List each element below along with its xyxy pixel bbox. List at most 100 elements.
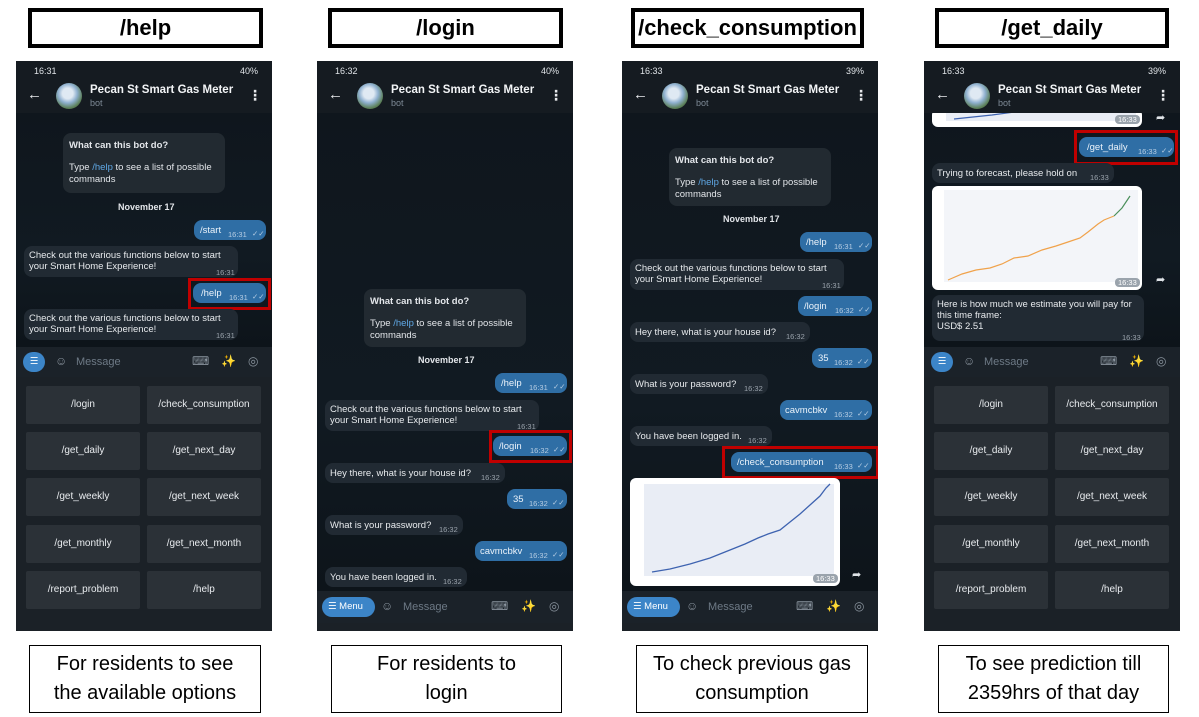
key-get-weekly[interactable]: /get_weekly (26, 478, 140, 516)
key-report-problem[interactable]: /report_problem (934, 571, 1048, 609)
menu-icon[interactable]: ☰ (23, 352, 45, 372)
key-get-monthly[interactable]: /get_monthly (26, 525, 140, 563)
avatar[interactable] (964, 83, 990, 109)
status-time: 16:31 (34, 66, 57, 76)
menu-icon[interactable]: ☰ (931, 352, 953, 372)
intro-rest: to see a list of possible commands (675, 177, 818, 200)
message-input[interactable]: Message (76, 356, 121, 368)
intro-rest: to see a list of possible commands (69, 162, 212, 185)
key-get-daily[interactable]: /get_daily (934, 432, 1048, 470)
app-bar: ← Pecan St Smart Gas Meter bot ⋮ (16, 81, 272, 113)
intro-card: What can this bot do? Type /help to see … (669, 148, 831, 206)
status-bar: 16:32 40% (317, 61, 573, 81)
attach-icon[interactable]: ✨ (221, 354, 236, 368)
caption: For residents to see the available optio… (29, 645, 261, 713)
keyboard-icon[interactable]: ⌨ (1100, 354, 1117, 368)
chat-title[interactable]: Pecan St Smart Gas Meter (90, 84, 233, 96)
key-help[interactable]: /help (1055, 571, 1169, 609)
status-battery: 39% (845, 66, 864, 76)
forward-icon[interactable]: ➦ (1156, 113, 1165, 124)
key-get-daily[interactable]: /get_daily (26, 432, 140, 470)
intro-help-link[interactable]: /help (698, 177, 719, 188)
kebab-menu-icon[interactable]: ⋮ (549, 87, 563, 104)
back-arrow-icon[interactable]: ← (328, 86, 343, 103)
panel-check-consumption: /check_consumption 16:33 39% ← Pecan St … (622, 0, 884, 717)
message-house-question: Hey there, what is your house id? 16:32 (325, 463, 505, 483)
forward-icon[interactable]: ➦ (1156, 273, 1165, 286)
camera-icon[interactable]: ◎ (248, 354, 258, 368)
panel-header: /check_consumption (631, 8, 864, 48)
caption: To check previous gas consumption (636, 645, 868, 713)
menu-button[interactable]: ☰ Menu (627, 597, 680, 617)
key-report-problem[interactable]: /report_problem (26, 571, 140, 609)
key-check-consumption[interactable]: /check_consumption (1055, 386, 1169, 424)
message-input[interactable]: Message (984, 356, 1029, 368)
kebab-menu-icon[interactable]: ⋮ (854, 87, 868, 104)
back-arrow-icon[interactable]: ← (633, 86, 648, 103)
message-functions: Check out the various functions below to… (24, 246, 238, 277)
menu-button[interactable]: ☰ Menu (322, 597, 375, 617)
emoji-icon[interactable]: ☺ (381, 599, 393, 613)
message-start: /start 16:31 ✓✓ (194, 220, 266, 240)
avatar[interactable] (357, 83, 383, 109)
key-get-next-week[interactable]: /get_next_week (147, 478, 261, 516)
avatar[interactable] (56, 83, 82, 109)
highlight-box (1074, 130, 1178, 165)
forecast-chart-image[interactable]: 16:33 (932, 186, 1142, 290)
message-input[interactable]: Message (708, 601, 753, 613)
avatar[interactable] (662, 83, 688, 109)
read-check-icon: ✓✓ (252, 229, 265, 238)
key-get-monthly[interactable]: /get_monthly (934, 525, 1048, 563)
key-help[interactable]: /help (147, 571, 261, 609)
intro-card: What can this bot do? Type /help to see … (364, 289, 526, 347)
chat-title[interactable]: Pecan St Smart Gas Meter (998, 84, 1141, 96)
key-login[interactable]: /login (26, 386, 140, 424)
chat-title[interactable]: Pecan St Smart Gas Meter (391, 84, 534, 96)
app-bar: ← Pecan St Smart Gas Meter bot ⋮ (622, 81, 878, 113)
message-input[interactable]: Message (403, 601, 448, 613)
intro-help-link[interactable]: /help (92, 162, 113, 173)
estimate-value: USD$ 2.51 (937, 321, 984, 332)
attach-icon[interactable]: ✨ (521, 599, 536, 613)
status-time: 16:33 (942, 66, 965, 76)
date-label: November 17 (118, 202, 175, 212)
keyboard-icon[interactable]: ⌨ (491, 599, 508, 613)
message-login: /login 16:32 ✓✓ (798, 296, 872, 316)
consumption-chart-image[interactable]: 16:33 (630, 478, 840, 586)
key-get-next-month[interactable]: /get_next_month (1055, 525, 1169, 563)
camera-icon[interactable]: ◎ (549, 599, 559, 613)
key-get-next-month[interactable]: /get_next_month (147, 525, 261, 563)
keyboard-icon[interactable]: ⌨ (796, 599, 813, 613)
previous-chart-image[interactable]: 16:33 (932, 113, 1142, 127)
back-arrow-icon[interactable]: ← (27, 86, 42, 103)
emoji-icon[interactable]: ☺ (963, 354, 975, 368)
status-time: 16:33 (640, 66, 663, 76)
key-get-next-day[interactable]: /get_next_day (147, 432, 261, 470)
kebab-menu-icon[interactable]: ⋮ (248, 87, 262, 104)
key-get-next-week[interactable]: /get_next_week (1055, 478, 1169, 516)
emoji-icon[interactable]: ☺ (55, 354, 67, 368)
camera-icon[interactable]: ◎ (854, 599, 864, 613)
read-check-icon: ✓✓ (858, 241, 871, 250)
key-get-next-day[interactable]: /get_next_day (1055, 432, 1169, 470)
key-login[interactable]: /login (934, 386, 1048, 424)
back-arrow-icon[interactable]: ← (935, 86, 950, 103)
camera-icon[interactable]: ◎ (1156, 354, 1166, 368)
consumption-line-chart (644, 483, 834, 576)
keyboard-icon[interactable]: ⌨ (192, 354, 209, 368)
message-help: /help 16:31 ✓✓ (800, 232, 872, 252)
kebab-menu-icon[interactable]: ⋮ (1156, 87, 1170, 104)
date-label: November 17 (723, 214, 780, 224)
forward-icon[interactable]: ➦ (852, 568, 861, 581)
message-house-question: Hey there, what is your house id? 16:32 (630, 322, 810, 342)
intro-help-link[interactable]: /help (393, 318, 414, 329)
message-logged-in: You have been logged in. 16:32 (325, 567, 467, 587)
attach-icon[interactable]: ✨ (1129, 354, 1144, 368)
attach-icon[interactable]: ✨ (826, 599, 841, 613)
emoji-icon[interactable]: ☺ (686, 599, 698, 613)
key-get-weekly[interactable]: /get_weekly (934, 478, 1048, 516)
key-check-consumption[interactable]: /check_consumption (147, 386, 261, 424)
intro-type: Type (69, 162, 90, 173)
chat-area: What can this bot do? Type /help to see … (16, 113, 272, 347)
chat-title[interactable]: Pecan St Smart Gas Meter (696, 84, 839, 96)
